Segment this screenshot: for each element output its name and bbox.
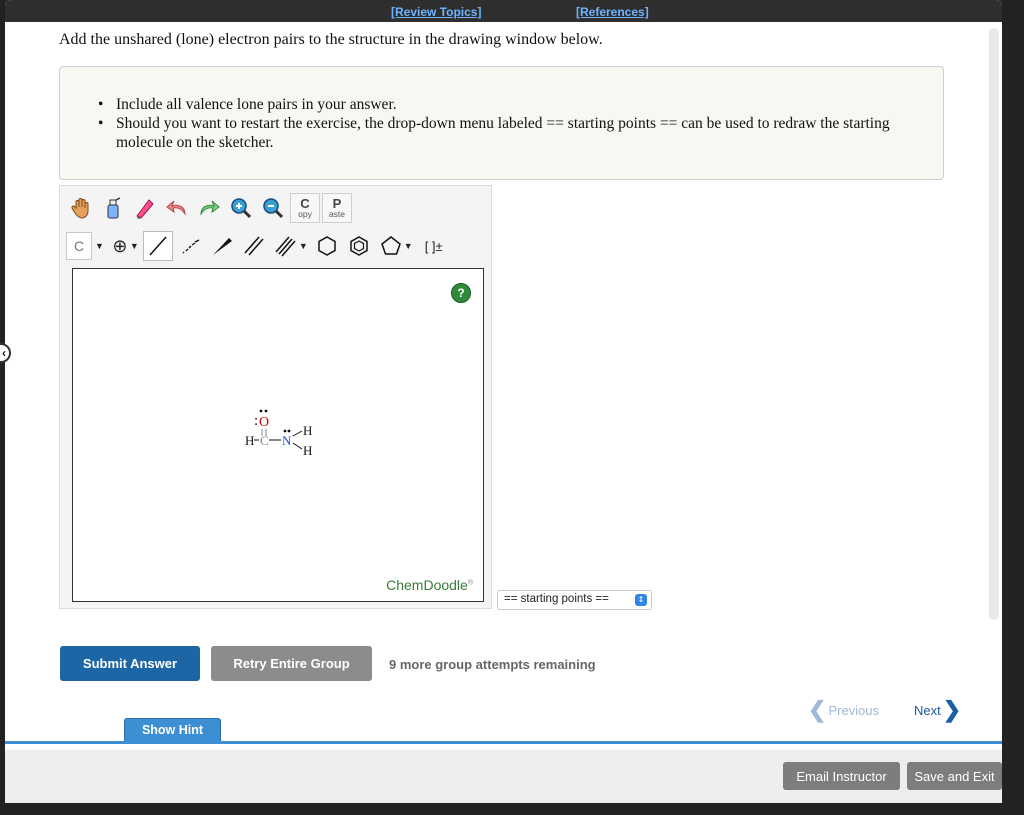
question-instruction: Add the unshared (lone) electron pairs t… (59, 31, 603, 48)
paste-button[interactable]: P aste (322, 193, 352, 223)
benzene-icon[interactable] (344, 231, 374, 261)
atom-carbon[interactable]: C (260, 433, 269, 448)
chemdoodle-brand: ChemDoodle® (386, 577, 473, 593)
divider-line (5, 741, 1002, 744)
review-topics-link[interactable]: [Review Topics] (391, 5, 481, 19)
triple-bond-icon[interactable] (271, 231, 301, 261)
show-hint-button[interactable]: Show Hint (124, 718, 221, 742)
previous-button[interactable]: ❮ Previous (808, 699, 879, 721)
charge-dropdown-icon[interactable]: ▼ (130, 241, 139, 251)
instruction-bullet-2: Should you want to restart the exercise,… (98, 114, 936, 152)
element-selector-button[interactable]: C (66, 232, 92, 260)
chevron-left-icon: ❮ (808, 697, 827, 722)
instruction-bullet-1: Include all valence lone pairs in your a… (98, 95, 936, 114)
top-bar: [Review Topics] [References] (5, 0, 1002, 22)
ring-dropdown-icon[interactable]: ▼ (404, 241, 413, 251)
brand-name: ChemDoodle (386, 577, 468, 593)
eraser-bottle-icon[interactable] (98, 193, 128, 223)
bond-dropdown-icon[interactable]: ▼ (299, 241, 308, 251)
instructions-box: Include all valence lone pairs in your a… (59, 66, 944, 180)
bracket-charge-icon[interactable]: [ ]± (417, 231, 451, 261)
bond-n-h2[interactable] (292, 430, 303, 437)
copy-label-small: opy (298, 209, 312, 220)
bond-n-h3[interactable] (292, 442, 303, 450)
brand-mark: ® (467, 579, 473, 587)
copy-button[interactable]: C opy (290, 193, 320, 223)
pencil-eraser-icon[interactable] (130, 193, 160, 223)
single-bond-icon[interactable] (142, 231, 173, 261)
instruction-list: Include all valence lone pairs in your a… (98, 95, 936, 152)
sketcher-toolbar-bottom: C ▼ ⊕ ▼ ▼ ▼ []± (66, 228, 453, 264)
double-bond-icon[interactable] (239, 231, 269, 261)
email-instructor-button[interactable]: Email Instructor (783, 762, 900, 790)
oxygen-lone-pair-top-2 (264, 409, 268, 413)
nitrogen-lone-pair-1 (283, 429, 287, 433)
charge-plus-icon[interactable]: ⊕ (108, 231, 132, 261)
wedge-bond-icon[interactable] (207, 231, 237, 261)
redo-icon[interactable] (194, 193, 224, 223)
paste-label-small: aste (328, 209, 346, 220)
zoom-in-icon[interactable] (226, 193, 256, 223)
hashed-bond-icon[interactable] (175, 231, 205, 261)
footer-bar: Email Instructor Save and Exit (5, 750, 1002, 803)
oxygen-lone-pair-top-1 (259, 409, 263, 413)
atom-hydrogen-2[interactable]: H (303, 423, 312, 438)
starting-points-value: == starting points == (504, 593, 609, 605)
chevron-right-icon: ❯ (942, 697, 962, 722)
scrollbar[interactable] (989, 28, 999, 620)
submit-answer-button[interactable]: Submit Answer (60, 646, 200, 681)
chemdoodle-sketcher: C opy P aste C ▼ ⊕ ▼ ▼ ▼ []± ?: O H C … (59, 185, 492, 609)
nitrogen-lone-pair-2 (287, 429, 291, 433)
next-button[interactable]: Next ❯ (914, 699, 961, 721)
starting-points-dropdown[interactable]: == starting points == ⇕ (497, 590, 652, 610)
sketcher-toolbar-top: C opy P aste (66, 190, 354, 226)
oxygen-lone-pair-left: : (254, 413, 258, 429)
save-and-exit-button[interactable]: Save and Exit (907, 762, 1002, 790)
cyclopentane-icon[interactable] (376, 231, 406, 261)
question-frame: [Review Topics] [References] Add the uns… (5, 0, 1002, 750)
undo-icon[interactable] (162, 193, 192, 223)
cyclohexane-icon[interactable] (312, 231, 342, 261)
references-link[interactable]: [References] (576, 5, 649, 19)
atom-hydrogen-3[interactable]: H (303, 443, 312, 458)
chevron-updown-icon: ⇕ (635, 594, 647, 606)
element-dropdown-icon[interactable]: ▼ (95, 241, 104, 251)
next-label: Next (914, 702, 941, 718)
drawing-canvas[interactable]: ? : O H C N H H ChemDoodle® (72, 268, 484, 602)
molecule-structure[interactable]: : O H C N H H (73, 269, 485, 603)
atom-nitrogen[interactable]: N (282, 433, 292, 448)
atom-oxygen[interactable]: O (259, 415, 269, 430)
previous-label: Previous (828, 702, 880, 718)
hand-icon[interactable] (66, 193, 96, 223)
zoom-out-icon[interactable] (258, 193, 288, 223)
retry-group-button[interactable]: Retry Entire Group (211, 646, 372, 681)
attempts-remaining: 9 more group attempts remaining (389, 657, 596, 672)
atom-hydrogen-1[interactable]: H (245, 433, 254, 448)
